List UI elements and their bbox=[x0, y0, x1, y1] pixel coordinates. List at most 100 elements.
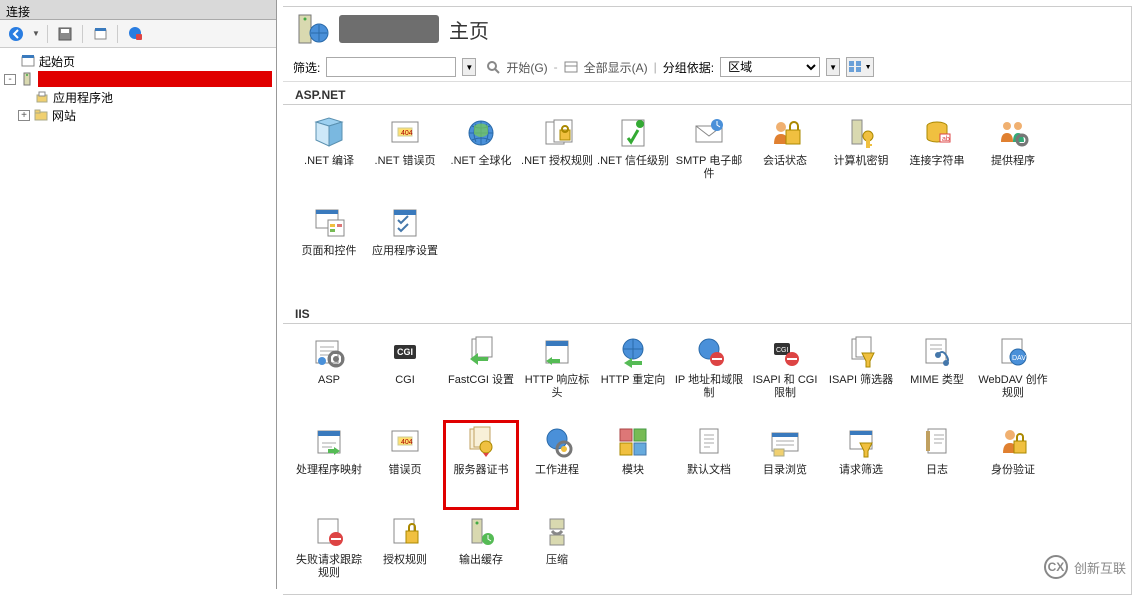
feature-label: IP 地址和域限制 bbox=[673, 374, 745, 400]
feature-label: 身份验证 bbox=[991, 464, 1035, 477]
save-button[interactable] bbox=[54, 23, 76, 45]
stop-button[interactable] bbox=[124, 23, 146, 45]
feature-label: 输出缓存 bbox=[459, 554, 503, 567]
filter-dropdown[interactable]: ▼ bbox=[462, 58, 476, 76]
feature-label: 失败请求跟踪规则 bbox=[293, 554, 365, 580]
tree-label: 应用程序池 bbox=[53, 89, 113, 106]
watermark-text: 创新互联 bbox=[1074, 558, 1126, 577]
feature-label: 连接字符串 bbox=[910, 155, 965, 168]
feature-output-cache[interactable]: 输出缓存 bbox=[443, 510, 519, 594]
tree-app-pools[interactable]: 应用程序池 bbox=[2, 88, 274, 106]
back-button[interactable] bbox=[5, 23, 27, 45]
webdav-icon: DAV bbox=[995, 334, 1031, 370]
feature-machine-key[interactable]: 计算机密钥 bbox=[823, 111, 899, 201]
feature-label: .NET 编译 bbox=[304, 155, 354, 168]
feature-net-global[interactable]: .NET 全球化 bbox=[443, 111, 519, 201]
feature-default-doc[interactable]: 默认文档 bbox=[671, 420, 747, 510]
feature-label: 模块 bbox=[622, 464, 644, 477]
feature-pages-ctrl[interactable]: 页面和控件 bbox=[291, 201, 367, 291]
server-icon bbox=[19, 71, 35, 87]
isapi-cgi-icon: CGI bbox=[767, 334, 803, 370]
feature-session[interactable]: 会话状态 bbox=[747, 111, 823, 201]
filter-show-all[interactable]: 全部显示(A) bbox=[584, 59, 648, 76]
dir-browse-icon bbox=[767, 424, 803, 460]
feature-modules[interactable]: 模块 bbox=[595, 420, 671, 510]
feature-error-page[interactable]: 404错误页 bbox=[367, 420, 443, 510]
connections-toolbar: ▼ bbox=[0, 20, 276, 48]
feature-app-settings[interactable]: 应用程序设置 bbox=[367, 201, 443, 291]
feature-fastcgi[interactable]: FastCGI 设置 bbox=[443, 330, 519, 420]
feature-label: 页面和控件 bbox=[302, 245, 357, 258]
feature-webdav[interactable]: DAV WebDAV 创作规则 bbox=[975, 330, 1051, 420]
section-aspnet: ASP.NET bbox=[283, 82, 1131, 105]
show-all-icon bbox=[564, 60, 578, 74]
feature-providers[interactable]: 提供程序 bbox=[975, 111, 1051, 201]
tree-start-page[interactable]: 起始页 bbox=[2, 52, 274, 70]
group-by-select[interactable]: 区域 bbox=[720, 57, 820, 77]
feature-label: .NET 错误页 bbox=[375, 155, 436, 168]
feature-authz[interactable]: 授权规则 bbox=[367, 510, 443, 594]
feature-http-redir[interactable]: HTTP 重定向 bbox=[595, 330, 671, 420]
authz-icon bbox=[387, 514, 423, 550]
feature-server-cert[interactable]: 服务器证书 bbox=[443, 420, 519, 510]
feature-label: 计算机密钥 bbox=[834, 155, 889, 168]
collapse-toggle[interactable]: - bbox=[4, 74, 16, 85]
feature-isapi-cgi[interactable]: CGI ISAPI 和 CGI 限制 bbox=[747, 330, 823, 420]
feature-label: 应用程序设置 bbox=[372, 245, 438, 258]
feature-auth[interactable]: 身份验证 bbox=[975, 420, 1051, 510]
feature-label: 目录浏览 bbox=[763, 464, 807, 477]
view-mode-button[interactable]: ▼ bbox=[846, 57, 874, 77]
feature-logging[interactable]: 日志 bbox=[899, 420, 975, 510]
feature-label: 压缩 bbox=[546, 554, 568, 567]
feature-dir-browse[interactable]: 目录浏览 bbox=[747, 420, 823, 510]
go-icon bbox=[486, 60, 500, 74]
content-area: ASP.NET .NET 编译 404.NET 错误页.NET 全球化.NET 授… bbox=[283, 82, 1131, 594]
feature-net-auth[interactable]: .NET 授权规则 bbox=[519, 111, 595, 201]
feature-label: 服务器证书 bbox=[454, 464, 509, 477]
feature-handler[interactable]: 处理程序映射 bbox=[291, 420, 367, 510]
section-iis: IIS bbox=[283, 301, 1131, 324]
expand-toggle[interactable]: + bbox=[18, 110, 30, 121]
feature-smtp[interactable]: SMTP 电子邮件 bbox=[671, 111, 747, 201]
filter-go[interactable]: 开始(G) bbox=[506, 59, 547, 76]
filter-input[interactable] bbox=[326, 57, 456, 77]
feature-failed-trace[interactable]: 失败请求跟踪规则 bbox=[291, 510, 367, 594]
session-icon bbox=[767, 115, 803, 151]
feature-label: 提供程序 bbox=[991, 155, 1035, 168]
net-trust-icon bbox=[615, 115, 651, 151]
connections-panel: 连接 ▼ 起始页 bbox=[0, 0, 277, 589]
feature-mime[interactable]: MIME 类型 bbox=[899, 330, 975, 420]
feature-label: 工作进程 bbox=[535, 464, 579, 477]
feature-compress[interactable]: 压缩 bbox=[519, 510, 595, 594]
feature-label: ISAPI 和 CGI 限制 bbox=[749, 374, 821, 400]
start-page-icon bbox=[20, 53, 36, 69]
feature-net-trust[interactable]: .NET 信任级别 bbox=[595, 111, 671, 201]
group-dropdown-extra[interactable]: ▼ bbox=[826, 58, 840, 76]
feature-label: HTTP 响应标头 bbox=[521, 374, 593, 400]
feature-asp[interactable]: ASP bbox=[291, 330, 367, 420]
modules-icon bbox=[615, 424, 651, 460]
feature-req-filter[interactable]: 请求筛选 bbox=[823, 420, 899, 510]
tree-server-node[interactable]: - bbox=[2, 70, 274, 88]
asp-icon bbox=[311, 334, 347, 370]
feature-conn-str[interactable]: ab 连接字符串 bbox=[899, 111, 975, 201]
feature-isapi-filter[interactable]: ISAPI 筛选器 bbox=[823, 330, 899, 420]
feature-http-resp[interactable]: HTTP 响应标头 bbox=[519, 330, 595, 420]
feature-worker[interactable]: 工作进程 bbox=[519, 420, 595, 510]
feature-label: FastCGI 设置 bbox=[448, 374, 514, 387]
machine-key-icon bbox=[843, 115, 879, 151]
back-dropdown[interactable]: ▼ bbox=[31, 23, 41, 45]
logging-icon bbox=[919, 424, 955, 460]
feature-label: WebDAV 创作规则 bbox=[977, 374, 1049, 400]
mime-icon bbox=[919, 334, 955, 370]
feature-cgi[interactable]: CGICGI bbox=[367, 330, 443, 420]
refresh-button[interactable] bbox=[89, 23, 111, 45]
feature-label: 错误页 bbox=[389, 464, 422, 477]
feature-net-compile[interactable]: .NET 编译 bbox=[291, 111, 367, 201]
feature-net-error[interactable]: 404.NET 错误页 bbox=[367, 111, 443, 201]
feature-ip-domain[interactable]: IP 地址和域限制 bbox=[671, 330, 747, 420]
sites-icon bbox=[33, 107, 49, 123]
tree-sites[interactable]: + 网站 bbox=[2, 106, 274, 124]
svg-text:ab: ab bbox=[942, 136, 950, 143]
svg-text:DAV: DAV bbox=[1012, 355, 1026, 362]
